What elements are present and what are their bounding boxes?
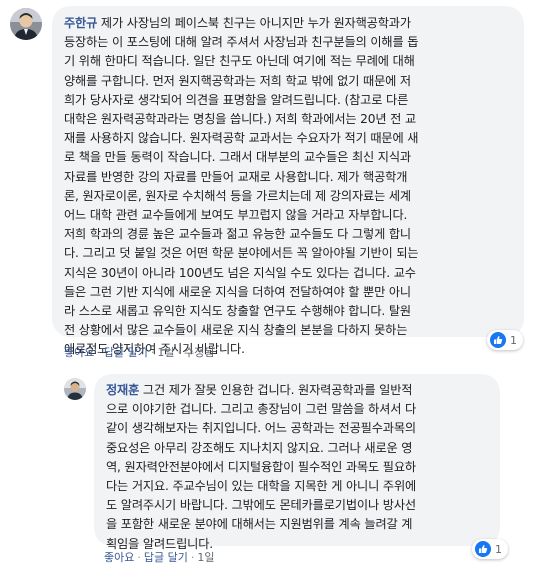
comment-actions: 좋아요 · 답글 달기 · 1일 · 수정됨 [64, 346, 215, 359]
timestamp[interactable]: 1일 [157, 346, 174, 359]
comment-bubble: 주한규 제가 사장님의 페이스북 친구는 아니지만 누가 원자핵공학과가 등장하… [52, 6, 524, 356]
reply-reaction-summary[interactable]: 1 [472, 539, 508, 559]
like-link[interactable]: 좋아요 [104, 551, 134, 564]
reply-body: 정재훈 그건 제가 잘못 인용한 겁니다. 원자력공학과를 일반적 으로 이야기… [106, 381, 488, 554]
comment-text: 제가 사장님의 페이스북 친구는 아니지만 누가 원자핵공학과가 등장하는 이 … [64, 16, 419, 357]
reply-bubble: 정재훈 그건 제가 잘못 인용한 겁니다. 원자력공학과를 일반적 으로 이야기… [94, 374, 500, 551]
profile-photo-icon [10, 8, 42, 40]
reply-avatar[interactable] [64, 378, 86, 400]
like-reaction-icon [490, 332, 506, 348]
reaction-count: 1 [510, 333, 517, 347]
reply-text: 그건 제가 잘못 인용한 겁니다. 원자력공학과를 일반적 으로 이야기한 겁니… [106, 383, 417, 551]
reply-author[interactable]: 정재훈 [106, 383, 139, 397]
like-reaction-icon [475, 541, 491, 557]
timestamp[interactable]: 1일 [197, 551, 214, 564]
avatar[interactable] [10, 8, 42, 40]
comment-body: 주한규 제가 사장님의 페이스북 친구는 아니지만 누가 원자핵공학과가 등장하… [64, 14, 512, 360]
comment-author[interactable]: 주한규 [64, 16, 97, 30]
reply-link[interactable]: 답글 달기 [104, 346, 148, 359]
reply-link[interactable]: 답글 달기 [144, 551, 188, 564]
reply-actions: 좋아요 · 답글 달기 · 1일 [104, 551, 215, 564]
like-link[interactable]: 좋아요 [64, 346, 94, 359]
profile-photo-icon [64, 378, 86, 400]
reaction-count: 1 [495, 542, 502, 556]
reaction-summary[interactable]: 1 [487, 330, 523, 350]
edited-label[interactable]: 수정됨 [184, 346, 214, 359]
